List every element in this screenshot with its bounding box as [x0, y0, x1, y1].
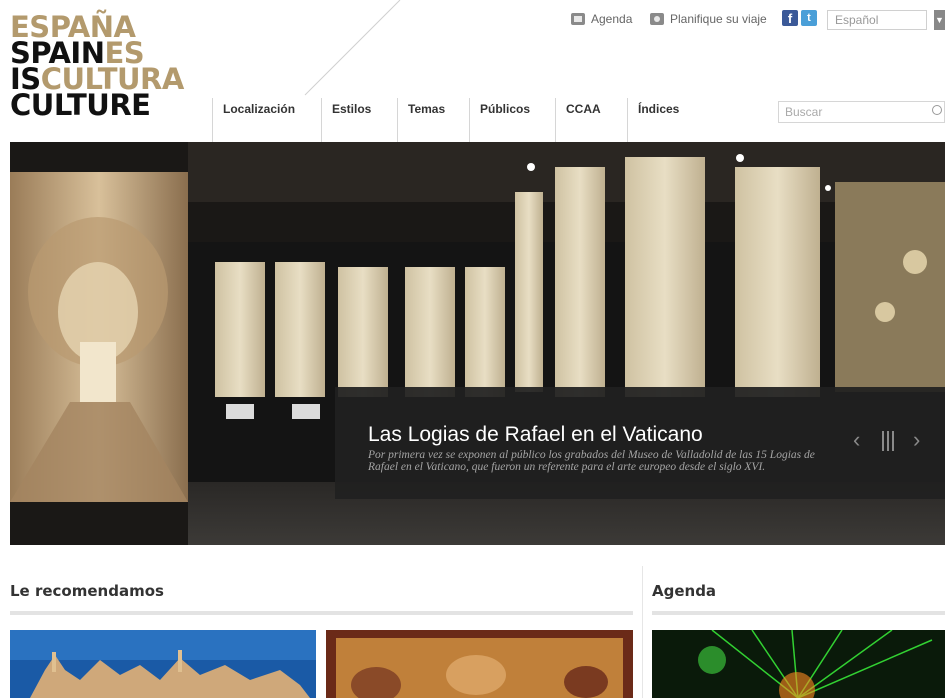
chevron-left-icon[interactable]: ‹ — [853, 427, 860, 453]
hero-title[interactable]: Las Logias de Rafael en el Vaticano — [368, 423, 703, 447]
plan-trip-label: Planifique su viaje — [670, 12, 767, 26]
search-input[interactable]: Buscar — [778, 101, 945, 123]
agenda-link-label: Agenda — [591, 12, 633, 26]
nav-item-ccaa[interactable]: CCAA — [555, 98, 627, 142]
chevron-down-icon[interactable]: ▼ — [934, 10, 945, 30]
search-icon[interactable] — [932, 105, 942, 115]
agenda-link[interactable]: Agenda — [571, 12, 632, 26]
pause-icon[interactable] — [882, 427, 900, 453]
facebook-icon[interactable]: f — [782, 10, 798, 26]
language-select[interactable]: Español — [827, 10, 927, 30]
recommend-thumbnail-cathedral[interactable] — [10, 630, 316, 698]
camera-icon — [650, 13, 664, 25]
chevron-right-icon[interactable]: › — [913, 427, 920, 453]
recommend-divider — [10, 611, 633, 615]
agenda-section-title: Agenda — [652, 582, 717, 600]
hero-slideshow[interactable]: Las Logias de Rafael en el Vaticano Por … — [10, 142, 945, 545]
nav-item-temas[interactable]: Temas — [397, 98, 469, 142]
nav-item-estilos[interactable]: Estilos — [321, 98, 397, 142]
decorative-diagonal-line — [304, 0, 401, 96]
recommend-thumbnail-mural[interactable] — [326, 630, 633, 698]
plan-trip-link[interactable]: Planifique su viaje — [650, 12, 767, 26]
nav-item-indices[interactable]: Índices — [627, 98, 707, 142]
site-logo[interactable]: ESPAÑA SPAINES ISCULTURA CULTURE — [10, 13, 184, 120]
hero-description: Por primera vez se exponen al público lo… — [368, 449, 815, 473]
nav-item-publicos[interactable]: Públicos — [469, 98, 555, 142]
main-nav: Localización Estilos Temas Públicos CCAA… — [212, 98, 707, 142]
agenda-thumbnail-show[interactable] — [652, 630, 945, 698]
calendar-icon — [571, 13, 585, 25]
hero-caption[interactable]: Las Logias de Rafael en el Vaticano Por … — [335, 387, 945, 499]
nav-item-localizacion[interactable]: Localización — [212, 98, 321, 142]
recommend-section-title: Le recomendamos — [10, 582, 164, 600]
twitter-icon[interactable]: t — [801, 10, 817, 26]
section-divider — [642, 566, 643, 698]
agenda-divider — [652, 611, 945, 615]
